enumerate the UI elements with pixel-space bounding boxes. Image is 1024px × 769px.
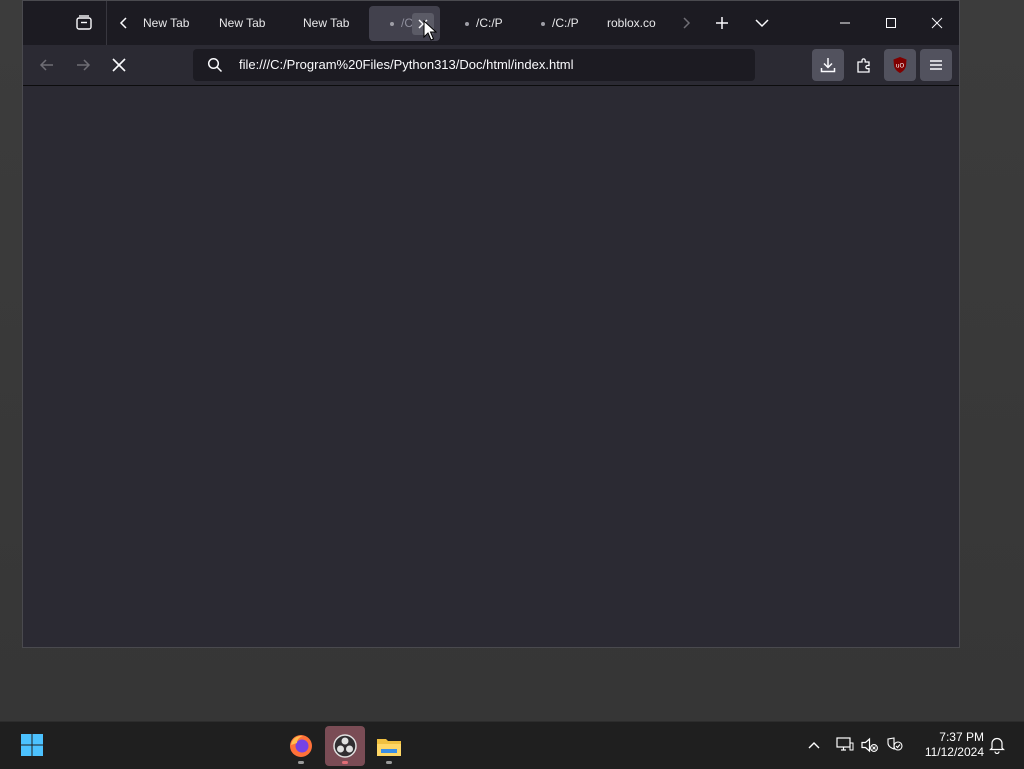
forward-button[interactable]	[67, 49, 99, 81]
tab-label: /C:/P	[552, 16, 579, 30]
taskbar: 7:37 PM 11/12/2024	[0, 721, 1024, 769]
downloads-button[interactable]	[812, 49, 844, 81]
address-bar[interactable]: file:///C:/Program%20Files/Python313/Doc…	[193, 49, 755, 81]
mouse-cursor-icon	[423, 20, 437, 41]
running-indicator	[298, 761, 304, 764]
bell-icon	[989, 737, 1005, 754]
network-icon	[836, 737, 854, 751]
notifications-button[interactable]	[986, 734, 1008, 756]
tab-file-2[interactable]: /C:/P	[465, 14, 507, 32]
tab-indicator-dot	[465, 21, 469, 26]
extensions-button[interactable]	[848, 49, 880, 81]
plus-icon	[716, 17, 728, 29]
chevron-left-icon	[119, 17, 127, 29]
firefox-view-icon	[76, 15, 92, 30]
tab-indicator-dot	[541, 21, 545, 26]
stop-button[interactable]	[103, 49, 135, 81]
obs-icon	[333, 734, 357, 758]
tab-file-3[interactable]: /C:/P	[541, 14, 583, 32]
running-indicator	[342, 761, 348, 764]
scroll-tabs-right-button[interactable]	[675, 1, 697, 45]
shield-check-icon	[887, 737, 903, 751]
navigation-toolbar: file:///C:/Program%20Files/Python313/Doc…	[23, 45, 959, 86]
page-content-area	[23, 86, 959, 647]
back-button[interactable]	[31, 49, 63, 81]
file-explorer-icon	[377, 739, 401, 756]
windows-logo-icon	[21, 734, 43, 756]
svg-text:uO: uO	[896, 63, 905, 70]
minimize-icon	[840, 22, 850, 24]
maximize-button[interactable]	[868, 1, 914, 45]
search-icon	[207, 57, 223, 73]
taskbar-app-file-explorer[interactable]	[369, 726, 409, 766]
ublock-shield-icon: uO	[893, 57, 907, 73]
taskbar-app-obs[interactable]	[325, 726, 365, 766]
tab-new-tab-2[interactable]: New Tab	[219, 14, 279, 32]
maximize-icon	[886, 18, 896, 28]
download-icon	[820, 58, 836, 73]
security-tray-button[interactable]	[884, 734, 906, 756]
tab-roblox[interactable]: roblox.co	[607, 14, 657, 32]
running-indicator	[386, 761, 392, 764]
clock-time: 7:37 PM	[939, 730, 984, 744]
puzzle-piece-icon	[857, 58, 870, 73]
tab-new-tab-3[interactable]: New Tab	[303, 14, 363, 32]
close-window-button[interactable]	[914, 1, 960, 45]
firefox-icon	[290, 735, 312, 757]
volume-muted-icon	[861, 737, 878, 753]
network-tray-button[interactable]	[834, 734, 856, 756]
hamburger-menu-icon	[930, 60, 942, 70]
minimize-button[interactable]	[822, 1, 868, 45]
stop-icon	[112, 58, 126, 72]
tab-separator	[106, 1, 107, 45]
tab-label: /C:/P	[401, 16, 412, 30]
url-text[interactable]: file:///C:/Program%20Files/Python313/Doc…	[239, 57, 574, 72]
browser-window: New Tab New Tab New Tab /C:/P /C:/P /C:/…	[22, 0, 960, 648]
new-tab-button[interactable]	[709, 1, 735, 45]
clock-date: 11/12/2024	[924, 745, 984, 759]
show-hidden-icons-button[interactable]	[803, 734, 825, 756]
arrow-right-icon	[77, 59, 91, 71]
close-icon	[931, 17, 943, 29]
list-all-tabs-button[interactable]	[749, 1, 775, 45]
taskbar-clock[interactable]: 7:37 PM 11/12/2024	[906, 730, 984, 760]
tab-strip: New Tab New Tab New Tab /C:/P /C:/P /C:/…	[23, 1, 959, 45]
firefox-view-button[interactable]	[69, 1, 99, 45]
chevron-up-icon	[808, 742, 820, 749]
chevron-down-icon	[755, 19, 769, 28]
arrow-left-icon	[39, 59, 53, 71]
tab-label: /C:/P	[476, 16, 503, 30]
taskbar-app-firefox[interactable]	[281, 726, 321, 766]
scroll-tabs-left-button[interactable]	[113, 1, 135, 45]
volume-tray-button[interactable]	[859, 734, 881, 756]
start-button[interactable]	[12, 725, 52, 765]
tab-new-tab-1[interactable]: New Tab	[143, 14, 203, 32]
chevron-right-icon	[683, 17, 691, 29]
ublock-origin-button[interactable]: uO	[884, 49, 916, 81]
tab-indicator-dot	[390, 21, 394, 26]
menu-button[interactable]	[920, 49, 952, 81]
